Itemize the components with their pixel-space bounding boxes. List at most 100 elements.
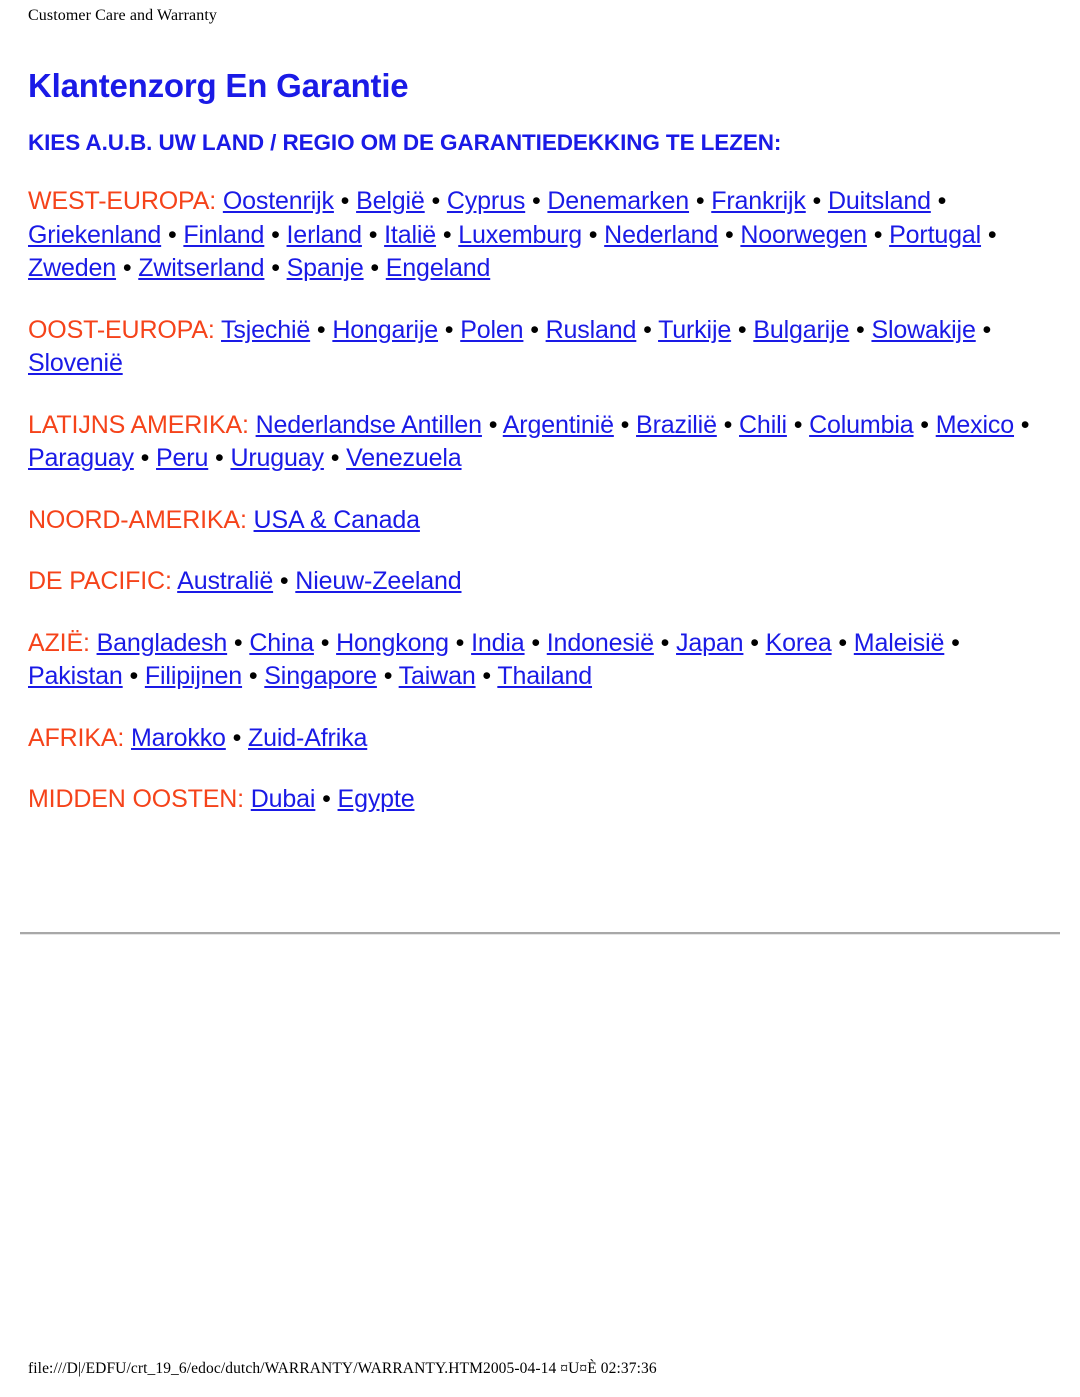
bullet-separator: • xyxy=(743,628,766,657)
country-link[interactable]: Chili xyxy=(739,411,787,439)
region-label: LATIJNS AMERIKA: xyxy=(28,410,249,439)
instruction-text: KIES A.U.B. UW LAND / REGIO OM DE GARANT… xyxy=(28,130,782,155)
country-link[interactable]: Indonesië xyxy=(547,629,654,657)
region-label: WEST-EUROPA: xyxy=(28,187,217,215)
country-link[interactable]: Brazilië xyxy=(636,411,717,439)
country-link[interactable]: Hongkong xyxy=(336,629,449,657)
bullet-separator: • xyxy=(716,410,740,439)
region-block: AFRIKA: Marokko • Zuid-Afrika xyxy=(28,722,1052,756)
country-link[interactable]: Spanje xyxy=(287,254,364,282)
country-link[interactable]: Hongarije xyxy=(332,316,438,344)
bullet-separator: • xyxy=(116,254,139,282)
country-link[interactable]: Tsjechië xyxy=(221,316,310,344)
bullet-separator: • xyxy=(523,315,546,344)
country-link[interactable]: Portugal xyxy=(889,221,981,249)
country-link[interactable]: Italië xyxy=(384,221,436,249)
country-link[interactable]: Taiwan xyxy=(399,662,476,690)
country-link[interactable]: Japan xyxy=(676,629,744,657)
document-body: Klantenzorg En Garantie KIES A.U.B. UW L… xyxy=(28,66,1052,817)
country-link[interactable]: Thailand xyxy=(497,662,592,690)
country-link[interactable]: Nederlandse Antillen xyxy=(256,411,482,439)
country-link[interactable]: Griekenland xyxy=(28,221,161,249)
bullet-separator: • xyxy=(438,315,461,344)
region-block: NOORD-AMERIKA: USA & Canada xyxy=(28,504,1052,538)
country-link[interactable]: Nieuw-Zeeland xyxy=(295,567,461,595)
bullet-separator: • xyxy=(805,187,828,215)
country-link[interactable]: Zuid-Afrika xyxy=(248,724,367,752)
country-link[interactable]: Luxemburg xyxy=(458,221,582,249)
country-link[interactable]: China xyxy=(249,629,314,657)
country-link[interactable]: Cyprus xyxy=(447,187,525,215)
bullet-separator: • xyxy=(913,410,936,439)
bullet-separator: • xyxy=(981,220,997,249)
country-link[interactable]: Zweden xyxy=(28,254,116,282)
country-link[interactable]: Oostenrijk xyxy=(223,187,334,215)
country-link[interactable]: Peru xyxy=(156,444,208,472)
country-link[interactable]: Nederland xyxy=(604,221,718,249)
bullet-separator: • xyxy=(315,785,338,813)
region-block: LATIJNS AMERIKA: Nederlandse Antillen • … xyxy=(28,409,1052,476)
region-label: AZIË: xyxy=(28,628,90,657)
bullet-separator: • xyxy=(524,628,547,657)
bullet-separator: • xyxy=(376,662,399,690)
country-link[interactable]: Mexico xyxy=(936,411,1014,439)
region-label: DE PACIFIC: xyxy=(28,567,172,595)
country-link[interactable]: Bulgarije xyxy=(753,316,849,344)
region-list: WEST-EUROPA: Oostenrijk • België • Cypru… xyxy=(28,185,1052,817)
country-link[interactable]: Duitsland xyxy=(828,187,931,215)
country-link[interactable]: Egypte xyxy=(338,785,415,813)
country-link[interactable]: België xyxy=(356,187,425,215)
country-link[interactable]: Uruguay xyxy=(230,444,324,472)
country-link[interactable]: Maleisië xyxy=(854,629,945,657)
bullet-separator: • xyxy=(831,628,854,657)
bullet-separator: • xyxy=(731,315,754,344)
running-header: Customer Care and Warranty xyxy=(28,7,217,24)
bullet-separator: • xyxy=(581,220,605,249)
country-link[interactable]: Venezuela xyxy=(346,444,462,472)
region-label: MIDDEN OOSTEN: xyxy=(28,785,244,813)
country-link[interactable]: USA & Canada xyxy=(254,506,421,534)
country-link[interactable]: Dubai xyxy=(251,785,316,813)
country-link[interactable]: Bangladesh xyxy=(97,629,228,657)
country-link[interactable]: Australië xyxy=(177,567,273,595)
country-link[interactable]: Korea xyxy=(766,629,832,657)
country-link[interactable]: India xyxy=(471,629,525,657)
bullet-separator: • xyxy=(636,315,659,344)
region-block: DE PACIFIC: Australië • Nieuw-Zeeland xyxy=(28,565,1052,599)
region-label: OOST-EUROPA: xyxy=(28,315,215,344)
region-block: WEST-EUROPA: Oostenrijk • België • Cypru… xyxy=(28,185,1052,286)
bullet-separator: • xyxy=(323,444,347,472)
bullet-separator: • xyxy=(227,628,250,657)
country-link[interactable]: Pakistan xyxy=(28,662,123,690)
country-link[interactable]: Singapore xyxy=(264,662,377,690)
country-link[interactable]: Paraguay xyxy=(28,444,134,472)
country-link[interactable]: Zwitserland xyxy=(138,254,264,282)
country-link[interactable]: Frankrijk xyxy=(711,187,806,215)
bullet-separator: • xyxy=(689,187,712,215)
country-link[interactable]: Filipijnen xyxy=(145,662,242,690)
country-link[interactable]: Argentinië xyxy=(503,411,614,439)
country-link[interactable]: Columbia xyxy=(809,411,914,439)
country-link[interactable]: Denemarken xyxy=(547,187,689,215)
country-link[interactable]: Rusland xyxy=(546,316,637,344)
region-block: OOST-EUROPA: Tsjechië • Hongarije • Pole… xyxy=(28,314,1052,381)
bullet-separator: • xyxy=(944,628,960,657)
country-link[interactable]: Ierland xyxy=(287,221,363,249)
bullet-separator: • xyxy=(264,220,287,249)
bullet-separator: • xyxy=(424,187,447,215)
bullet-separator: • xyxy=(613,410,637,439)
bullet-separator: • xyxy=(225,723,249,752)
country-link[interactable]: Slovenië xyxy=(28,349,123,377)
country-link[interactable]: Engeland xyxy=(386,254,491,282)
country-link[interactable]: Noorwegen xyxy=(740,221,867,249)
bullet-separator: • xyxy=(361,220,385,249)
bullet-separator: • xyxy=(718,220,741,249)
country-link[interactable]: Slowakije xyxy=(871,316,975,344)
bullet-separator: • xyxy=(481,410,503,439)
country-link[interactable]: Finland xyxy=(183,221,264,249)
country-link[interactable]: Turkije xyxy=(658,316,731,344)
bullet-separator: • xyxy=(208,444,231,472)
bullet-separator: • xyxy=(930,187,947,215)
country-link[interactable]: Polen xyxy=(460,316,523,344)
country-link[interactable]: Marokko xyxy=(131,724,226,752)
